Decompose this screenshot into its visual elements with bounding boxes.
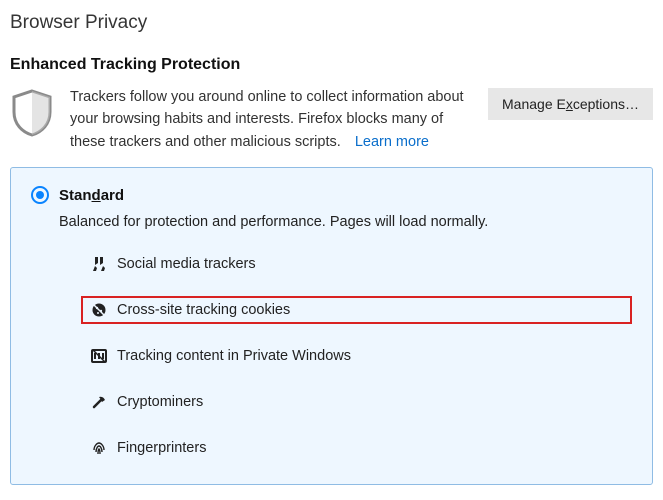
cookie-icon	[91, 302, 107, 318]
manage-exceptions-accesskey: x	[566, 96, 573, 112]
tracker-item-social: Social media trackers	[83, 250, 632, 278]
tracking-content-icon	[91, 348, 107, 364]
standard-card[interactable]: Standard Balanced for protection and per…	[10, 167, 653, 485]
social-trackers-icon	[91, 256, 107, 272]
cryptominers-icon	[91, 394, 107, 410]
card-title-post: ard	[101, 187, 124, 204]
section-title: Enhanced Tracking Protection	[10, 56, 653, 74]
learn-more-link[interactable]: Learn more	[355, 134, 429, 150]
tracker-list: Social media trackers Cross-site trackin…	[83, 250, 632, 462]
card-title-accesskey: d	[92, 187, 101, 204]
tracker-label: Fingerprinters	[117, 440, 206, 456]
card-header: Standard	[31, 186, 632, 204]
intro-row: Trackers follow you around online to col…	[10, 86, 653, 153]
fingerprint-icon	[91, 440, 107, 456]
manage-exceptions-label-post: ceptions…	[573, 96, 639, 112]
tracker-label: Cryptominers	[117, 394, 203, 410]
standard-radio[interactable]	[31, 186, 49, 204]
card-title: Standard	[59, 187, 124, 204]
manage-exceptions-button[interactable]: Manage Exceptions…	[488, 88, 653, 120]
page-title: Browser Privacy	[10, 12, 653, 34]
manage-exceptions-label-pre: Manage E	[502, 96, 566, 112]
card-title-pre: Stan	[59, 187, 92, 204]
tracker-item-content: Tracking content in Private Windows	[83, 342, 632, 370]
tracker-item-fingerprint: Fingerprinters	[83, 434, 632, 462]
intro-text: Trackers follow you around online to col…	[70, 86, 472, 153]
tracker-item-cookies: Cross-site tracking cookies	[81, 296, 632, 324]
tracker-label: Tracking content in Private Windows	[117, 348, 351, 364]
tracker-label: Cross-site tracking cookies	[117, 302, 290, 318]
card-description: Balanced for protection and performance.…	[59, 214, 632, 230]
tracker-item-crypto: Cryptominers	[83, 388, 632, 416]
tracker-label: Social media trackers	[117, 256, 256, 272]
shield-icon	[10, 86, 54, 141]
